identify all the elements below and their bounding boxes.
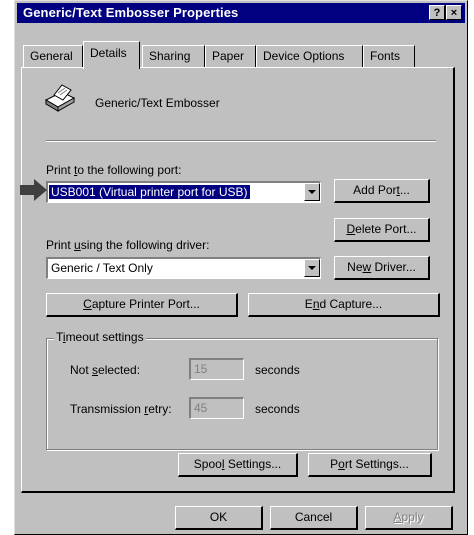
driver-label: Print using the following driver: [46,238,210,252]
driver-dropdown[interactable]: Generic / Text Only [46,257,321,279]
tab-sharing[interactable]: Sharing [142,45,205,67]
printer-name: Generic/Text Embosser [95,96,220,110]
close-button[interactable]: × [446,5,462,20]
tab-details[interactable]: Details [83,41,140,69]
spool-settings-button[interactable]: Spool Settings... [178,453,298,477]
not-selected-unit: seconds [255,363,300,377]
ok-button[interactable]: OK [175,506,263,530]
not-selected-label: Not selected: [70,363,141,377]
chevron-down-icon[interactable] [304,183,320,201]
timeout-settings-group [46,338,438,450]
port-value: USB001 (Virtual printer port for USB) [49,185,250,199]
new-driver-button[interactable]: New Driver... [334,256,430,280]
transmission-retry-unit: seconds [255,402,300,416]
separator [46,140,436,142]
add-port-button[interactable]: Add Port... [334,179,430,203]
details-panel: Generic/Text Embosser Print to the follo… [21,67,455,493]
chevron-down-icon[interactable] [304,259,320,277]
printer-properties-dialog: Generic/Text Embosser Properties ? × Gen… [14,0,468,535]
port-settings-button[interactable]: Port Settings... [308,453,432,477]
not-selected-field[interactable]: 15 [189,358,244,380]
transmission-retry-field[interactable]: 45 [189,397,244,419]
printer-icon [44,84,76,112]
capture-printer-port-button[interactable]: Capture Printer Port... [46,293,238,317]
timeout-settings-label: Timeout settings [54,330,146,344]
tab-paper[interactable]: Paper [205,45,256,67]
tab-device-options[interactable]: Device Options [256,45,363,67]
window-title: Generic/Text Embosser Properties [23,5,239,20]
end-capture-button[interactable]: End Capture... [248,293,440,317]
pointer-arrow-icon [20,179,47,201]
transmission-retry-value: 45 [194,401,208,415]
apply-button[interactable]: Apply [365,506,453,530]
delete-port-button[interactable]: Delete Port... [334,218,430,242]
title-bar: Generic/Text Embosser Properties ? × [17,3,465,23]
help-button[interactable]: ? [429,5,445,20]
port-dropdown[interactable]: USB001 (Virtual printer port for USB) [46,181,321,203]
tab-general[interactable]: General [23,45,83,67]
cancel-button[interactable]: Cancel [270,506,358,530]
port-label: Print to the following port: [46,163,182,177]
not-selected-value: 15 [194,362,208,376]
tab-fonts[interactable]: Fonts [363,45,415,67]
driver-value: Generic / Text Only [51,261,153,275]
transmission-retry-label: Transmission retry: [70,402,172,416]
